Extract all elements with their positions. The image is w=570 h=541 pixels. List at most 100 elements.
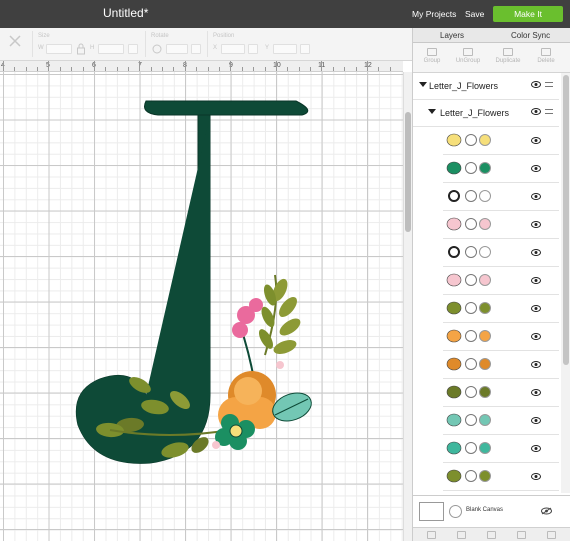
eye-icon[interactable] <box>531 249 541 256</box>
width-input[interactable] <box>46 44 72 54</box>
attach-icon[interactable] <box>487 531 496 539</box>
layer-row[interactable] <box>443 155 559 183</box>
my-projects-link[interactable]: My Projects <box>412 9 456 19</box>
canvas-color-swatch[interactable] <box>419 502 444 521</box>
document-title[interactable]: Untitled* <box>103 6 148 20</box>
layers-scroll-thumb[interactable] <box>563 75 569 365</box>
color-swatch[interactable] <box>479 190 491 202</box>
x-label: X <box>213 45 218 51</box>
tab-layers[interactable]: Layers <box>440 31 464 40</box>
color-swatch[interactable] <box>479 358 491 370</box>
layer-row[interactable] <box>443 239 559 267</box>
canvas-vertical-scrollbar[interactable] <box>403 72 412 541</box>
color-swatch[interactable] <box>479 330 491 342</box>
flatten-icon[interactable] <box>517 531 526 539</box>
eye-icon[interactable] <box>531 389 541 396</box>
chevron-down-icon[interactable] <box>419 82 427 87</box>
layer-row[interactable] <box>443 351 559 379</box>
scissors-icon[interactable] <box>465 330 477 342</box>
eye-icon[interactable] <box>531 165 541 172</box>
eye-icon[interactable] <box>531 333 541 340</box>
layer-row[interactable] <box>443 183 559 211</box>
scissors-icon[interactable] <box>465 386 477 398</box>
layer-row[interactable] <box>443 295 559 323</box>
scissors-icon[interactable] <box>465 442 477 454</box>
scissors-icon[interactable] <box>465 162 477 174</box>
eye-icon[interactable] <box>531 81 541 88</box>
color-swatch[interactable] <box>479 162 491 174</box>
delete-label: Delete <box>537 58 555 64</box>
layer-group-row[interactable]: Letter_J_Flowers <box>413 100 559 127</box>
group-button[interactable]: Group <box>415 48 449 64</box>
eye-icon[interactable] <box>531 305 541 312</box>
scissors-icon[interactable] <box>465 302 477 314</box>
weld-icon[interactable] <box>457 531 466 539</box>
scissors-icon[interactable] <box>465 218 477 230</box>
ungroup-button[interactable]: UnGroup <box>451 48 485 64</box>
scissors-icon[interactable] <box>465 470 477 482</box>
scissors-icon[interactable] <box>465 246 477 258</box>
duplicate-button[interactable]: Duplicate <box>491 48 525 64</box>
tab-color-sync[interactable]: Color Sync <box>511 31 550 40</box>
delete-button[interactable]: Delete <box>529 48 563 64</box>
teal-leaf-icon <box>446 441 462 455</box>
scissors-icon[interactable] <box>465 414 477 426</box>
layer-group-row[interactable]: Letter_J_Flowers <box>413 73 559 100</box>
eye-icon[interactable] <box>531 361 541 368</box>
height-input[interactable] <box>98 44 124 54</box>
eye-icon[interactable] <box>531 137 541 144</box>
design-space-app: Untitled* My Projects Save Make It Size … <box>0 0 570 541</box>
layer-row[interactable] <box>443 267 559 295</box>
scissors-icon[interactable] <box>465 358 477 370</box>
layer-row[interactable] <box>443 463 559 491</box>
eye-icon[interactable] <box>531 445 541 452</box>
color-swatch[interactable] <box>479 218 491 230</box>
eye-off-icon[interactable] <box>541 507 552 515</box>
layer-row[interactable] <box>443 435 559 463</box>
eye-icon[interactable] <box>531 277 541 284</box>
rotate-input[interactable] <box>166 44 188 54</box>
select-all-icon[interactable] <box>8 34 22 48</box>
slice-icon[interactable] <box>427 531 436 539</box>
eye-icon[interactable] <box>531 221 541 228</box>
drag-handle-icon[interactable] <box>545 82 553 87</box>
y-stepper[interactable] <box>300 44 310 54</box>
layer-row[interactable] <box>443 379 559 407</box>
x-input[interactable] <box>221 44 245 54</box>
layer-row[interactable] <box>443 127 559 155</box>
x-stepper[interactable] <box>248 44 258 54</box>
color-swatch[interactable] <box>479 246 491 258</box>
layer-row[interactable] <box>443 323 559 351</box>
scissors-icon[interactable] <box>465 274 477 286</box>
scissors-icon[interactable] <box>465 190 477 202</box>
make-it-button[interactable]: Make It <box>493 6 563 22</box>
eye-icon[interactable] <box>531 417 541 424</box>
blank-canvas-row[interactable]: Blank Canvas <box>413 495 570 527</box>
color-swatch[interactable] <box>479 470 491 482</box>
layer-row[interactable] <box>443 407 559 435</box>
y-input[interactable] <box>273 44 297 54</box>
layers-scrollbar[interactable] <box>561 73 570 493</box>
color-swatch[interactable] <box>479 274 491 286</box>
chevron-down-icon[interactable] <box>428 109 436 114</box>
color-swatch[interactable] <box>479 414 491 426</box>
eye-icon[interactable] <box>531 193 541 200</box>
color-swatch[interactable] <box>479 134 491 146</box>
color-swatch[interactable] <box>479 442 491 454</box>
contour-icon[interactable] <box>547 531 556 539</box>
eye-icon[interactable] <box>531 108 541 115</box>
canvas-texture-toggle[interactable] <box>449 505 462 518</box>
save-button[interactable]: Save <box>465 9 484 19</box>
canvas-scroll-thumb[interactable] <box>405 112 411 232</box>
color-swatch[interactable] <box>479 386 491 398</box>
pink-flower-icon <box>446 273 462 287</box>
size-stepper[interactable] <box>128 44 138 54</box>
color-swatch[interactable] <box>479 302 491 314</box>
letter-j-flowers-artwork[interactable] <box>70 95 330 475</box>
eye-icon[interactable] <box>531 473 541 480</box>
layer-row[interactable] <box>443 211 559 239</box>
drag-handle-icon[interactable] <box>545 109 553 114</box>
scissors-icon[interactable] <box>465 134 477 146</box>
lock-icon[interactable] <box>76 43 86 55</box>
rotate-stepper[interactable] <box>191 44 201 54</box>
